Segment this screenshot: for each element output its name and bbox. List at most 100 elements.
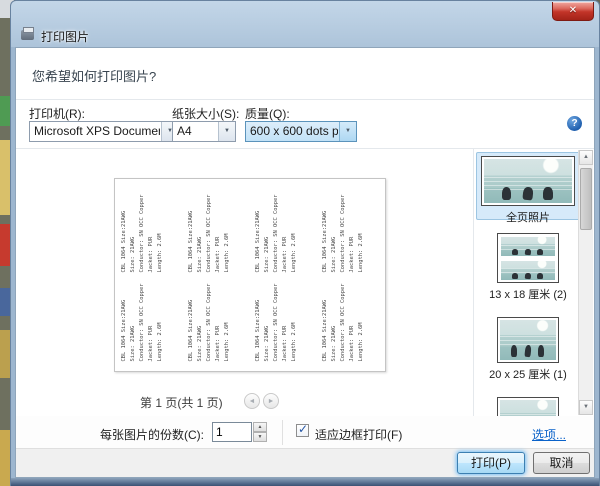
spin-up-icon[interactable]: ▲ bbox=[253, 422, 267, 432]
scrollbar-thumb[interactable] bbox=[580, 168, 592, 230]
cable-label-line: CBL 1064 Size:21AWG bbox=[187, 187, 196, 272]
window-title: 打印图片 bbox=[41, 28, 89, 45]
copies-input[interactable] bbox=[212, 422, 252, 442]
printer-select-value: Microsoft XPS Document Write bbox=[34, 122, 160, 141]
cable-label-block: CBL 1064 Size:21AWGSize: 21AWGConductor:… bbox=[321, 187, 381, 272]
dialog-body: 您希望如何打印图片? 打印机(R): 纸张大小(S): 质量(Q): Micro… bbox=[15, 47, 595, 478]
cable-label-line: Length: 2.6M bbox=[223, 276, 232, 361]
thumbnail-frame bbox=[497, 317, 559, 363]
cable-label-line: CBL 1064 Size:21AWG bbox=[120, 276, 129, 361]
check-icon: ✓ bbox=[298, 422, 308, 436]
cable-label-block: CBL 1064 Size:21AWGSize: 21AWGConductor:… bbox=[120, 276, 180, 361]
thumbnail-frame bbox=[497, 233, 559, 283]
dialog-question: 您希望如何打印图片? bbox=[32, 66, 156, 85]
label-blocks-grid: CBL 1064 Size:21AWGSize: 21AWGConductor:… bbox=[119, 187, 381, 365]
cancel-button[interactable]: 取消 bbox=[533, 452, 590, 474]
cable-label-line: Jacket: PUR bbox=[147, 276, 156, 361]
page-navigation: 第 1 页(共 1 页) ◄ ► bbox=[16, 392, 473, 412]
paper-size-select[interactable]: A4 ▼ bbox=[172, 121, 236, 142]
print-button[interactable]: 打印(P) bbox=[457, 452, 525, 474]
fit-frame-label: 适应边框打印(F) bbox=[315, 426, 402, 443]
cable-label-line: Jacket: PUR bbox=[147, 187, 156, 272]
layout-option-label: 13 x 18 厘米 (2) bbox=[476, 286, 580, 302]
layout-option-full-page[interactable]: 全页照片 bbox=[476, 152, 580, 220]
cable-label-line: Jacket: PUR bbox=[281, 276, 290, 361]
layout-option-partial[interactable] bbox=[476, 397, 580, 416]
arrow-right-icon: ► bbox=[268, 398, 275, 405]
cable-label-line: Size: 21AWG bbox=[263, 276, 272, 361]
penguin-figure bbox=[511, 345, 517, 357]
close-button[interactable]: ✕ bbox=[552, 2, 594, 21]
window-bottom-border bbox=[11, 478, 599, 486]
close-icon: ✕ bbox=[569, 5, 577, 16]
help-icon[interactable]: ? bbox=[567, 116, 582, 131]
cable-label-block: CBL 1064 Size:21AWGSize: 21AWGConductor:… bbox=[254, 187, 314, 272]
cable-label-block: CBL 1064 Size:21AWGSize: 21AWGConductor:… bbox=[120, 187, 180, 272]
scroll-down-icon[interactable]: ▼ bbox=[579, 400, 593, 415]
cable-label-line: Size: 21AWG bbox=[196, 187, 205, 272]
printer-icon bbox=[21, 30, 34, 40]
cable-label-line: CBL 1064 Size:21AWG bbox=[321, 187, 330, 272]
quality-select-value: 600 x 600 dots per ir bbox=[250, 122, 338, 141]
cable-label-block: CBL 1064 Size:21AWGSize: 21AWGConductor:… bbox=[187, 187, 247, 272]
fit-frame-checkbox[interactable]: ✓ bbox=[296, 424, 309, 437]
cable-label-line: CBL 1064 Size:21AWG bbox=[254, 276, 263, 361]
cable-label-line: Size: 21AWG bbox=[129, 187, 138, 272]
layout-option-label: 20 x 25 厘米 (1) bbox=[476, 366, 580, 382]
spin-down-icon[interactable]: ▼ bbox=[253, 432, 267, 442]
cable-label-line: Length: 2.6M bbox=[357, 276, 366, 361]
cable-label-line: Size: 21AWG bbox=[330, 276, 339, 361]
thumbnail-image bbox=[501, 261, 555, 280]
window-titlebar[interactable]: 打印图片 ✕ bbox=[11, 1, 599, 47]
cable-label-line: Conductor: SN OCC Copper bbox=[272, 276, 281, 361]
previous-page-button[interactable]: ◄ bbox=[244, 393, 260, 409]
thumbnail-image bbox=[500, 320, 556, 360]
cable-label-line: Length: 2.6M bbox=[223, 187, 232, 272]
cable-label-block: CBL 1064 Size:21AWGSize: 21AWGConductor:… bbox=[321, 276, 381, 361]
cable-label-line: Size: 21AWG bbox=[263, 187, 272, 272]
print-pictures-window: 打印图片 ✕ 您希望如何打印图片? 打印机(R): 纸张大小(S): 质量(Q)… bbox=[10, 0, 600, 486]
cable-label-line: Length: 2.6M bbox=[290, 187, 299, 272]
penguin-figure bbox=[512, 249, 518, 255]
cable-label-line: Length: 2.6M bbox=[357, 187, 366, 272]
cable-label-line: Conductor: SN OCC Copper bbox=[339, 187, 348, 272]
cable-label-line: Conductor: SN OCC Copper bbox=[138, 276, 147, 361]
chevron-down-icon: ▼ bbox=[218, 122, 235, 141]
arrow-left-icon: ◄ bbox=[249, 398, 256, 405]
cable-label-line: Size: 21AWG bbox=[196, 276, 205, 361]
layout-option-20x25[interactable]: 20 x 25 厘米 (1) bbox=[476, 317, 580, 382]
thumbnail-image bbox=[484, 159, 572, 203]
scroll-up-icon[interactable]: ▲ bbox=[579, 150, 593, 165]
cable-label-line: CBL 1064 Size:21AWG bbox=[321, 276, 330, 361]
cable-label-line: CBL 1064 Size:21AWG bbox=[187, 276, 196, 361]
divider bbox=[16, 99, 594, 100]
cable-label-line: Size: 21AWG bbox=[129, 276, 138, 361]
cable-label-line: Conductor: SN OCC Copper bbox=[138, 187, 147, 272]
page-status-text: 第 1 页(共 1 页) bbox=[140, 394, 223, 411]
layout-option-label: 全页照片 bbox=[477, 209, 579, 225]
copies-stepper: ▲ ▼ bbox=[253, 422, 267, 442]
paper-size-label: 纸张大小(S): bbox=[172, 105, 239, 122]
quality-select[interactable]: 600 x 600 dots per ir ▼ bbox=[245, 121, 357, 142]
cable-label-line: CBL 1064 Size:21AWG bbox=[120, 187, 129, 272]
cable-label-line: Size: 21AWG bbox=[330, 187, 339, 272]
paper-size-select-value: A4 bbox=[177, 122, 217, 141]
layout-option-13x18[interactable]: 13 x 18 厘米 (2) bbox=[476, 233, 580, 302]
thumbnail-image bbox=[500, 400, 556, 416]
penguin-figure bbox=[524, 249, 531, 255]
chevron-down-icon: ▼ bbox=[339, 122, 356, 141]
cable-label-line: Conductor: SN OCC Copper bbox=[205, 276, 214, 361]
cable-label-line: Conductor: SN OCC Copper bbox=[272, 187, 281, 272]
cable-label-line: Jacket: PUR bbox=[348, 276, 357, 361]
penguin-figure bbox=[512, 273, 518, 279]
quality-label: 质量(Q): bbox=[245, 105, 290, 122]
options-link[interactable]: 选项... bbox=[532, 426, 566, 443]
next-page-button[interactable]: ► bbox=[263, 393, 279, 409]
cable-label-line: Jacket: PUR bbox=[214, 187, 223, 272]
thumbnail-frame bbox=[497, 397, 559, 416]
printer-select[interactable]: Microsoft XPS Document Write ▼ bbox=[29, 121, 179, 142]
cable-label-block: CBL 1064 Size:21AWGSize: 21AWGConductor:… bbox=[254, 276, 314, 361]
penguin-figure bbox=[502, 187, 512, 200]
dialog-button-row: 打印(P) 取消 bbox=[16, 448, 594, 477]
sidebar-scrollbar[interactable]: ▲ ▼ bbox=[578, 150, 593, 415]
